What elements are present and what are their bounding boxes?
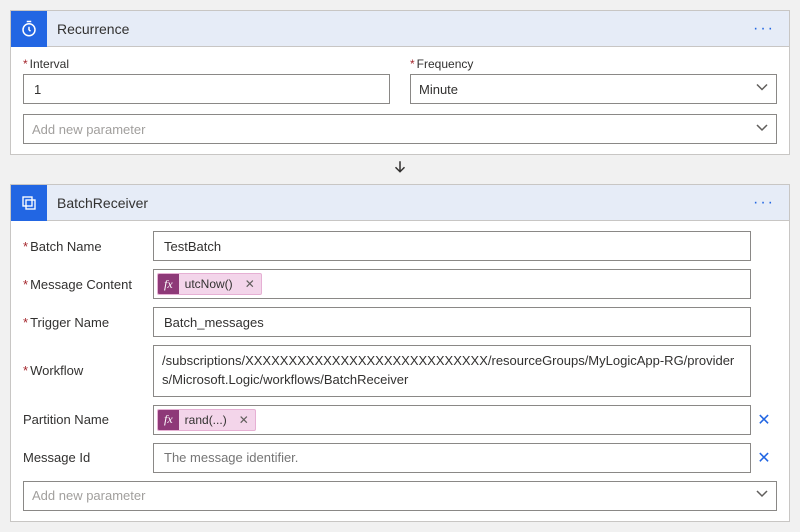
workflow-input[interactable]: /subscriptions/XXXXXXXXXXXXXXXXXXXXXXXXX… [153,345,751,397]
recurrence-title: Recurrence [57,21,747,37]
batch-card: BatchReceiver ··· *Batch Name *Message C… [10,184,790,522]
batch-add-parameter[interactable]: Add new parameter [23,481,777,511]
recurrence-card: Recurrence ··· *Interval *Frequency Minu… [10,10,790,155]
message-id-label: Message Id [23,450,153,465]
trigger-name-label: *Trigger Name [23,315,153,330]
token-remove-icon[interactable]: ✕ [233,413,255,427]
chevron-down-icon [756,122,768,137]
remove-partition-button[interactable]: ✕ [751,410,777,430]
workflow-label: *Workflow [23,363,153,378]
token-remove-icon[interactable]: ✕ [239,277,261,291]
partition-name-label: Partition Name [23,412,153,427]
recurrence-menu-button[interactable]: ··· [747,20,781,38]
interval-input[interactable] [23,74,390,104]
batch-name-input[interactable] [153,231,751,261]
frequency-label: *Frequency [410,57,777,71]
message-content-input[interactable]: fx utcNow() ✕ [153,269,751,299]
batch-name-label: *Batch Name [23,239,153,254]
message-content-label: *Message Content [23,277,153,292]
trigger-name-input[interactable] [153,307,751,337]
flow-connector-arrow [10,155,790,184]
batch-title: BatchReceiver [57,195,747,211]
recurrence-icon [11,11,47,47]
batch-icon [11,185,47,221]
expression-token[interactable]: fx utcNow() ✕ [157,273,262,295]
recurrence-header[interactable]: Recurrence ··· [11,11,789,47]
partition-name-input[interactable]: fx rand(...) ✕ [153,405,751,435]
chevron-down-icon [756,82,768,97]
frequency-dropdown[interactable]: Minute [410,74,777,104]
interval-label: *Interval [23,57,390,71]
fx-icon: fx [158,410,179,430]
batch-menu-button[interactable]: ··· [747,194,781,212]
batch-header[interactable]: BatchReceiver ··· [11,185,789,221]
remove-message-id-button[interactable]: ✕ [751,448,777,468]
fx-icon: fx [158,274,179,294]
expression-token[interactable]: fx rand(...) ✕ [157,409,256,431]
message-id-input[interactable] [153,443,751,473]
chevron-down-icon [756,488,768,503]
recurrence-add-parameter[interactable]: Add new parameter [23,114,777,144]
